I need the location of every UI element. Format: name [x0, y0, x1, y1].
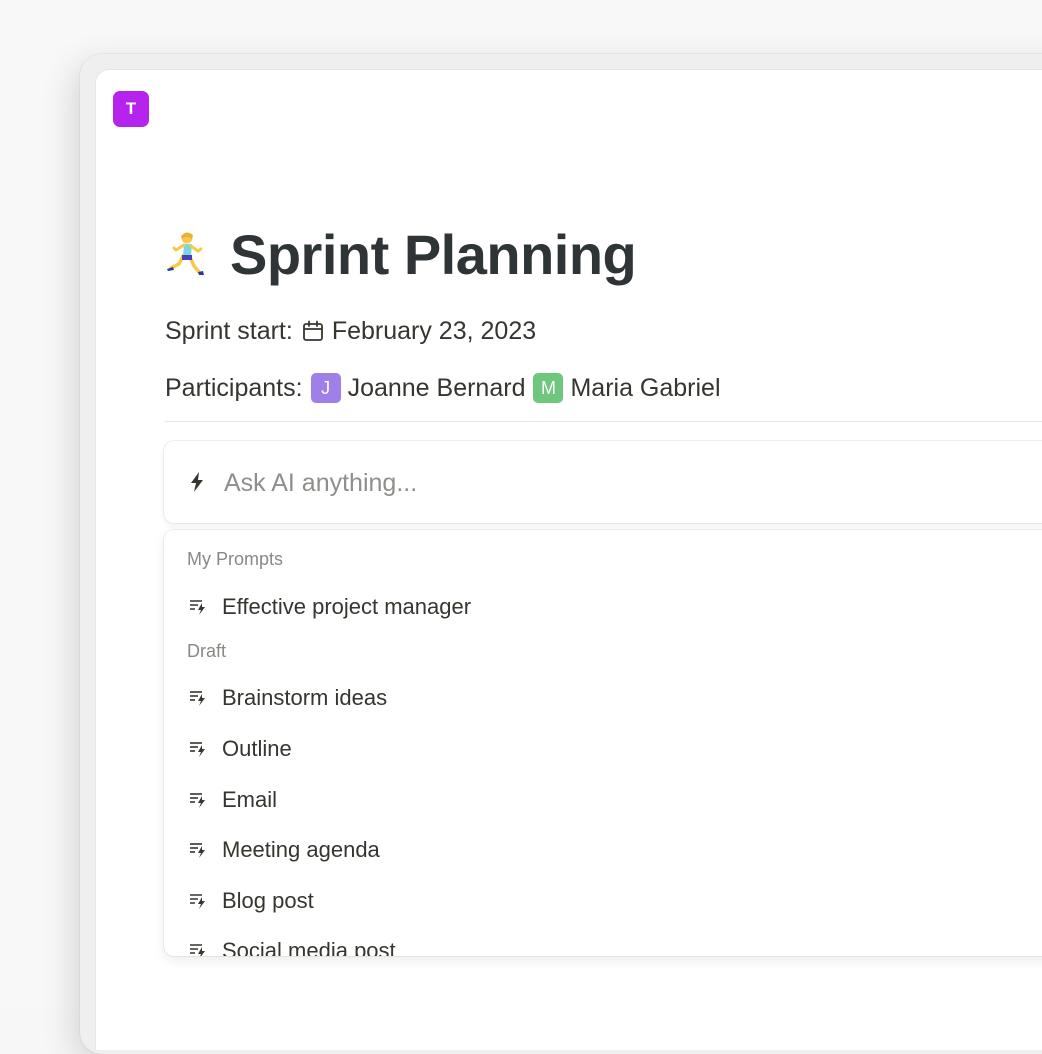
prompt-icon: [190, 742, 205, 757]
person-name-maria[interactable]: Maria Gabriel: [570, 374, 720, 403]
prompt-icon: [190, 843, 205, 858]
menu-item-effective-project-manager[interactable]: Effective project manager: [164, 585, 1042, 629]
divider: [165, 421, 1042, 422]
sprint-start-property: Sprint start: February 23, 2023: [165, 312, 536, 350]
prompt-icon: [190, 944, 205, 956]
menu-item-blog-post[interactable]: Blog post: [164, 879, 1042, 923]
menu-section-draft: Draft: [187, 641, 227, 661]
running-person-emoji-icon[interactable]: [164, 230, 208, 278]
menu-item-label: Social media post: [222, 938, 396, 956]
menu-item-label: Brainstorm ideas: [222, 685, 388, 710]
participants-property: Participants: J Joanne Bernard M Maria G…: [165, 369, 729, 407]
menu-item-label: Meeting agenda: [222, 837, 380, 862]
sprint-start-label: Sprint start:: [165, 316, 293, 345]
calendar-icon: [302, 320, 323, 341]
page-title[interactable]: Sprint Planning: [230, 222, 637, 287]
ai-prompt-menu: My Prompts Effective project manager Dra…: [164, 530, 1042, 956]
menu-section-my-prompts: My Prompts: [187, 549, 284, 569]
sprint-start-date[interactable]: February 23, 2023: [332, 317, 536, 346]
ai-prompt-input[interactable]: [224, 462, 924, 504]
menu-item-label: Effective project manager: [222, 594, 472, 619]
menu-item-email[interactable]: Email: [164, 778, 1042, 822]
lightning-bolt-icon: [191, 472, 203, 492]
menu-item-label: Blog post: [222, 888, 314, 913]
prompt-icon: [190, 894, 205, 909]
workspace-avatar[interactable]: T: [113, 91, 149, 127]
participants-label: Participants:: [165, 373, 303, 402]
page-header: Sprint Planning: [164, 216, 637, 292]
prompt-icon: [190, 691, 205, 706]
prompt-icon: [190, 793, 205, 808]
person-name-joanne[interactable]: Joanne Bernard: [348, 374, 526, 403]
menu-item-social-media-post[interactable]: Social media post: [164, 929, 1042, 956]
person-avatar-maria: M: [533, 373, 564, 403]
menu-item-meeting-agenda[interactable]: Meeting agenda: [164, 828, 1042, 872]
menu-item-label: Outline: [222, 736, 292, 761]
menu-item-brainstorm-ideas[interactable]: Brainstorm ideas: [164, 676, 1042, 720]
menu-item-label: Email: [222, 787, 278, 812]
prompt-icon: [190, 600, 205, 615]
menu-item-outline[interactable]: Outline: [164, 727, 1042, 771]
person-avatar-joanne: J: [310, 373, 341, 403]
